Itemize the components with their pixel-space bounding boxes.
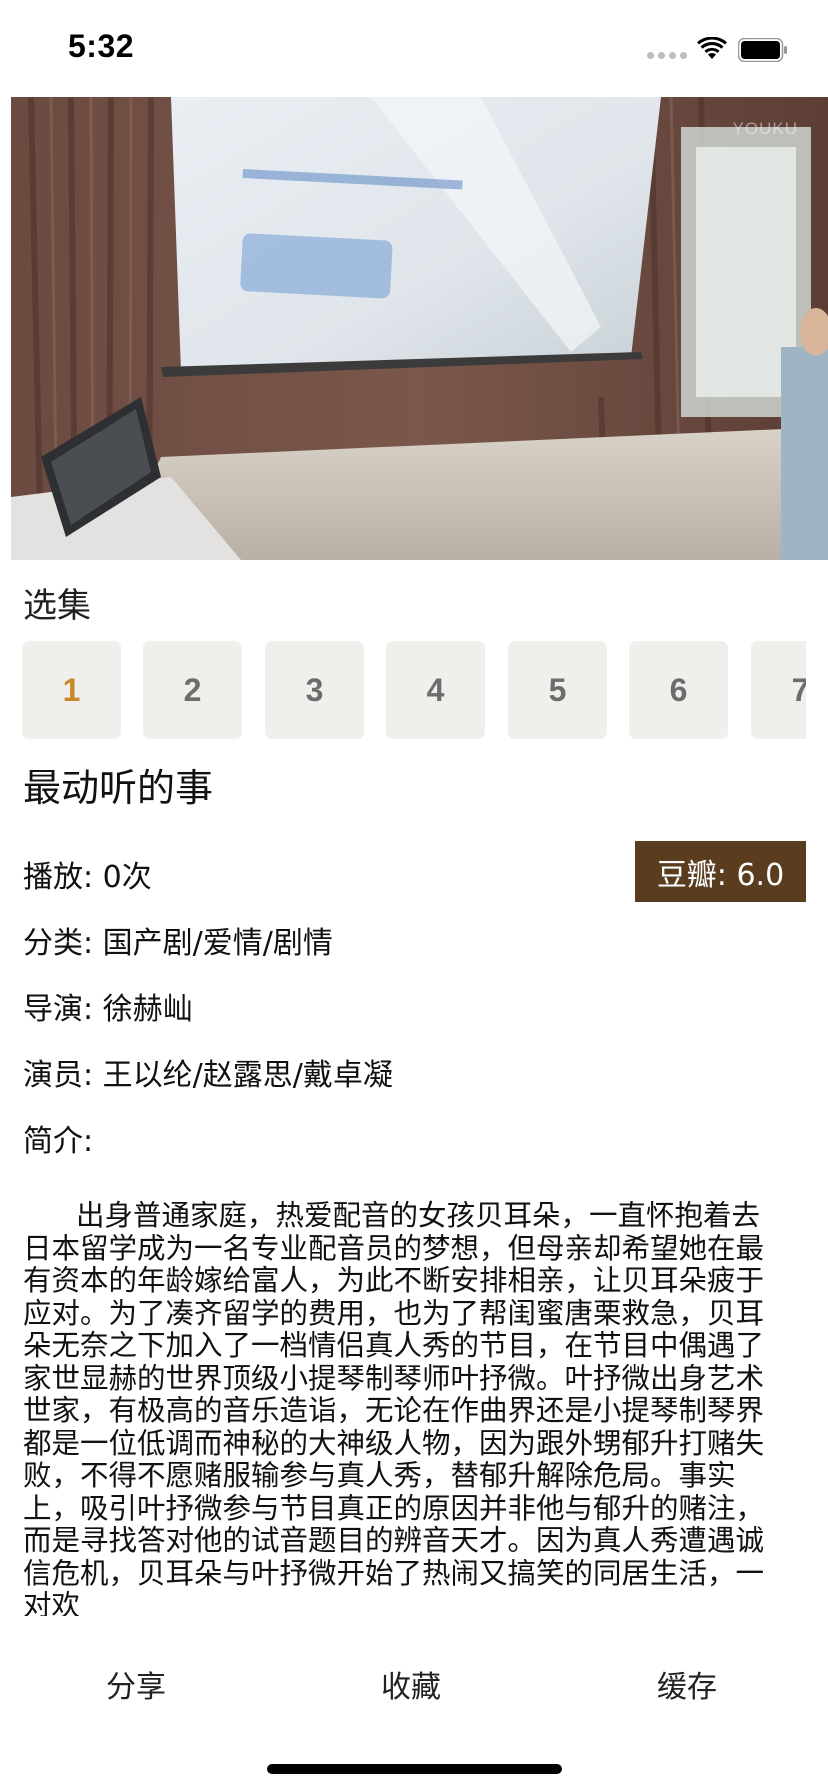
status-bar: 5:32 (0, 0, 828, 97)
wifi-icon (697, 37, 727, 59)
synopsis-label: 简介: (23, 1124, 94, 1159)
category-line: 分类: 国产剧/爱情/剧情 (23, 926, 333, 961)
battery-icon (738, 38, 787, 62)
play-count: 播放: 0次 (23, 860, 152, 895)
show-title: 最动听的事 (23, 766, 214, 810)
episode-button-3[interactable]: 3 (265, 641, 364, 739)
director-line: 导演: 徐赫屾 (23, 992, 193, 1027)
video-player[interactable]: YOUKU (11, 97, 828, 560)
video-frame (11, 97, 828, 560)
episode-button-4[interactable]: 4 (386, 641, 485, 739)
bottom-action-bar: 分享 收藏 缓存 (0, 1640, 828, 1735)
home-indicator[interactable] (267, 1764, 562, 1774)
episode-section-title: 选集 (23, 586, 91, 626)
episode-button-6[interactable]: 6 (629, 641, 728, 739)
video-watermark: YOUKU (732, 119, 798, 138)
synopsis-text: 出身普通家庭，热爱配音的女孩贝耳朵，一直怀抱着去日本留学成为一名专业配音员的梦想… (23, 1200, 765, 1616)
douban-rating-badge: 豆瓣: 6.0 (635, 841, 806, 902)
cast-line: 演员: 王以纶/赵露思/戴卓凝 (23, 1058, 393, 1093)
episode-button-5[interactable]: 5 (508, 641, 607, 739)
episode-list[interactable]: 1 2 3 4 5 6 7 (22, 641, 806, 741)
status-time: 5:32 (68, 28, 135, 64)
favorite-button[interactable]: 收藏 (381, 1662, 441, 1706)
cellular-signal-icon (647, 52, 687, 59)
share-button[interactable]: 分享 (106, 1662, 166, 1706)
cache-button[interactable]: 缓存 (657, 1662, 717, 1706)
episode-button-2[interactable]: 2 (143, 641, 242, 739)
episode-button-7[interactable]: 7 (751, 641, 806, 739)
episode-button-1[interactable]: 1 (22, 641, 121, 739)
